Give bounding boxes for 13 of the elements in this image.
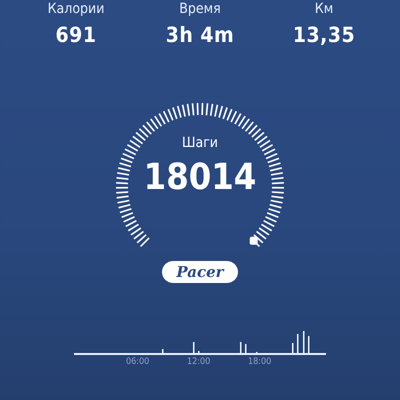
logo-badge: Pacer <box>162 261 238 283</box>
time-label: 18:00 <box>248 357 272 367</box>
time-label: 12:00 <box>187 357 210 367</box>
time-label: 06:00 <box>126 357 150 367</box>
stat-value: 3h 4m <box>166 23 234 47</box>
stat-label: Км <box>314 0 334 18</box>
progress-marker <box>250 236 258 245</box>
stat-label: Время <box>179 0 221 18</box>
stat-value: 13,35 <box>292 23 356 47</box>
steps-count: 18014 <box>144 157 256 198</box>
stat-label: Калории <box>48 0 104 18</box>
stat-value: 691 <box>56 23 96 47</box>
steps-label: Шаги <box>182 135 218 151</box>
